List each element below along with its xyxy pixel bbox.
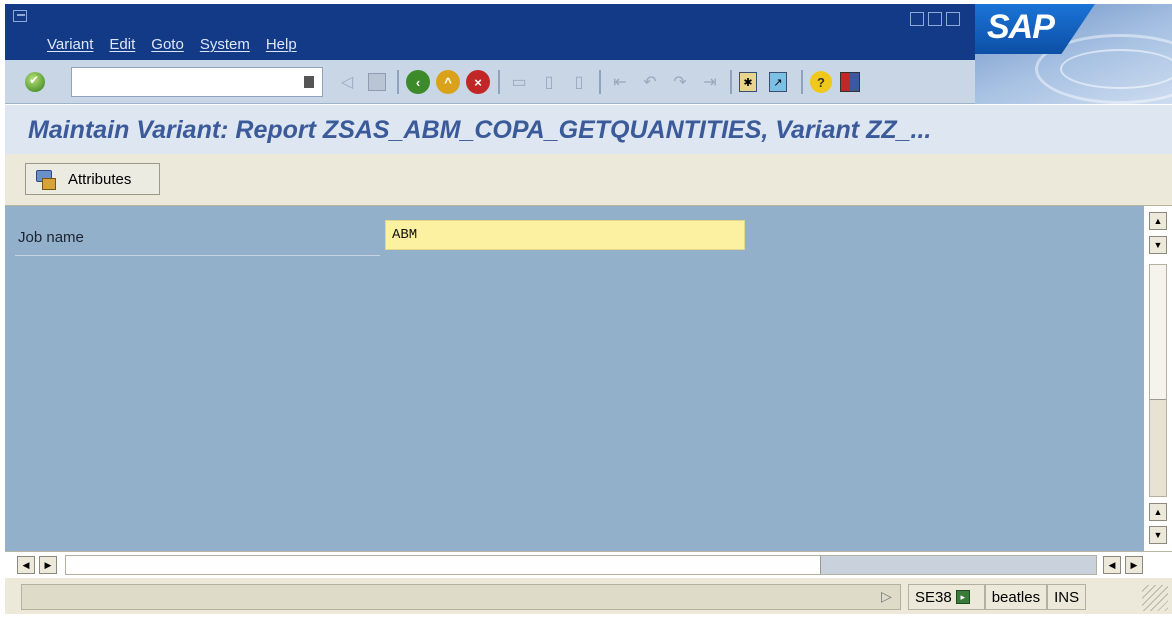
cancel-icon[interactable]: ×	[466, 70, 490, 94]
previous-page-icon[interactable]: ↶	[638, 70, 662, 94]
insert-mode[interactable]: INS	[1047, 584, 1087, 610]
menu-item-goto[interactable]: Goto	[151, 36, 184, 53]
minimize-icon[interactable]	[910, 12, 924, 26]
job-name-field[interactable]	[385, 220, 745, 250]
standard-toolbar: ◁ ‹ ^ × ▭ ▯ ▯ ⇤ ↶ ↷ ⇥ ✱ ↗ ?	[5, 60, 975, 104]
shortcut-icon: ↗	[769, 72, 787, 92]
scroll-left-icon[interactable]: ◀	[1103, 556, 1121, 574]
command-history-icon[interactable]	[304, 76, 314, 88]
resize-grip-icon[interactable]	[1142, 585, 1168, 611]
label-underline	[15, 255, 380, 256]
exit-icon[interactable]: ^	[436, 70, 460, 94]
menu-item-edit[interactable]: Edit	[109, 36, 135, 53]
toolbar-icons: ◁ ‹ ^ × ▭ ▯ ▯ ⇤ ↶ ↷ ⇥ ✱ ↗ ?	[335, 70, 868, 94]
save-icon-wrap[interactable]	[365, 70, 389, 94]
menu-item-system[interactable]: System	[200, 36, 250, 53]
toolbar-separator	[498, 70, 500, 94]
transaction-code: SE38 ▸	[908, 584, 985, 610]
application-toolbar: Attributes	[5, 154, 1172, 206]
vertical-scroll-thumb[interactable]	[1150, 265, 1166, 400]
page-title: Maintain Variant: Report ZSAS_ABM_COPA_G…	[28, 116, 932, 144]
command-field[interactable]	[71, 67, 323, 97]
help-icon[interactable]: ?	[810, 71, 832, 93]
toolbar-separator	[397, 70, 399, 94]
job-name-row: Job name	[15, 220, 745, 256]
horizontal-scroll-thumb[interactable]	[66, 556, 821, 574]
scroll-up-icon[interactable]: ▲	[1149, 503, 1167, 521]
create-session-icon: ✱	[739, 72, 757, 92]
vertical-scroll-track[interactable]	[1149, 264, 1167, 497]
create-session-wrap[interactable]: ✱	[739, 70, 763, 94]
transaction-code-text: SE38	[915, 588, 952, 606]
enter-icon[interactable]	[25, 72, 45, 92]
scroll-left-icon[interactable]: ◀	[17, 556, 35, 574]
server-name: beatles	[984, 584, 1048, 610]
first-page-icon[interactable]: ⇤	[608, 70, 632, 94]
toolbar-separator	[730, 70, 732, 94]
find-icon[interactable]: ▯	[537, 70, 561, 94]
toolbar-separator	[801, 70, 803, 94]
back-arrow-icon[interactable]: ◁	[335, 70, 359, 94]
menu-item-help[interactable]: Help	[266, 36, 297, 53]
scroll-up-icon[interactable]: ▲	[1149, 212, 1167, 230]
next-page-icon[interactable]: ↷	[668, 70, 692, 94]
print-icon[interactable]: ▭	[507, 70, 531, 94]
save-icon	[368, 73, 386, 91]
main-area: Job name	[5, 206, 1144, 551]
window-controls	[910, 12, 960, 26]
system-menu-icon[interactable]	[13, 10, 27, 22]
attributes-button-label: Attributes	[68, 170, 132, 188]
command-input[interactable]	[76, 68, 294, 94]
menu-bar: Variant Edit Goto System Help	[5, 4, 1084, 60]
menu-item-variant[interactable]: Variant	[47, 36, 93, 53]
horizontal-scroll-track[interactable]	[65, 555, 1097, 575]
find-next-icon[interactable]: ▯	[567, 70, 591, 94]
last-page-icon[interactable]: ⇥	[698, 70, 722, 94]
horizontal-scrollbar[interactable]: ◀ ▶ ◀ ▶	[5, 551, 1172, 577]
toolbar-separator	[599, 70, 601, 94]
shortcut-wrap[interactable]: ↗	[769, 70, 793, 94]
water-ripple-graphic-inner	[1060, 49, 1172, 89]
vertical-scrollbar[interactable]: ▲ ▼ ▲ ▼	[1146, 206, 1172, 551]
scroll-right-icon[interactable]: ▶	[1125, 556, 1143, 574]
back-icon[interactable]: ‹	[406, 70, 430, 94]
attributes-icon	[34, 168, 60, 190]
close-icon[interactable]	[946, 12, 960, 26]
scroll-down-icon[interactable]: ▼	[1149, 236, 1167, 254]
sap-logo-text: SAP	[987, 8, 1055, 46]
customize-layout-icon	[840, 72, 860, 92]
job-name-label: Job name	[18, 229, 84, 246]
session-info-icon[interactable]: ▸	[955, 590, 970, 604]
job-name-input[interactable]	[386, 221, 744, 249]
menu: Variant Edit Goto System Help	[47, 36, 313, 53]
maximize-icon[interactable]	[928, 12, 942, 26]
scroll-right-icon[interactable]: ▶	[39, 556, 57, 574]
title-bar: Maintain Variant: Report ZSAS_ABM_COPA_G…	[5, 104, 1172, 154]
attributes-button[interactable]: Attributes	[25, 163, 160, 195]
status-expand-icon[interactable]: ▷	[881, 588, 892, 605]
status-message	[21, 584, 901, 610]
customize-layout-wrap[interactable]	[838, 70, 862, 94]
status-bar: ▷ SE38 ▸ beatles INS	[5, 577, 1172, 614]
scroll-down-icon[interactable]: ▼	[1149, 526, 1167, 544]
status-fields: SE38 ▸ beatles INS	[908, 584, 1087, 610]
